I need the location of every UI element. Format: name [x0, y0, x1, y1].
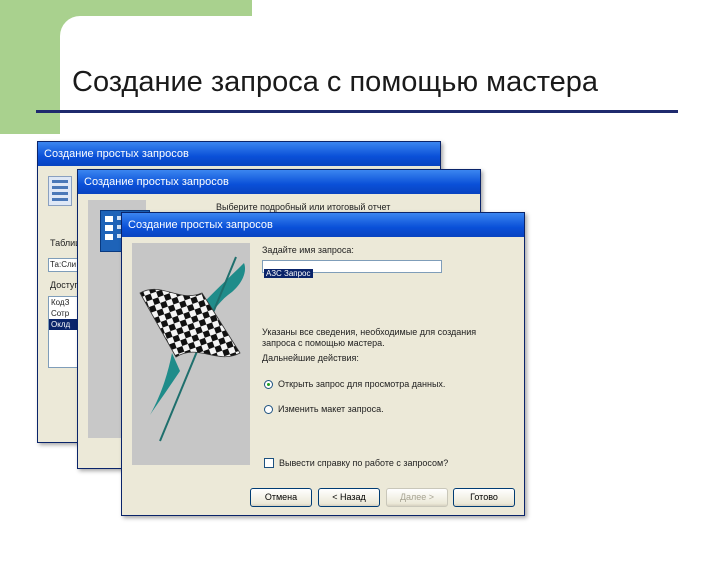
window-title-bar[interactable]: Создание простых запросов: [78, 170, 480, 194]
finish-button[interactable]: Готово: [453, 488, 515, 507]
checkered-flag-icon: [139, 256, 246, 442]
info-text-line1: Указаны все сведения, необходимые для со…: [262, 327, 477, 337]
window-title-bar[interactable]: Создание простых запросов: [38, 142, 440, 166]
open-query-label[interactable]: Открыть запрос для просмотра данных.: [278, 379, 445, 389]
fields-label: Доступ: [50, 280, 80, 290]
help-checkbox[interactable]: [264, 458, 274, 468]
cancel-button[interactable]: Отмена: [250, 488, 312, 507]
edit-layout-label[interactable]: Изменить макет запроса.: [278, 404, 384, 414]
table-icon: [48, 176, 72, 206]
query-name-value: АЗС Запрос: [264, 269, 313, 278]
tables-label: Таблиц: [50, 238, 81, 248]
open-query-radio[interactable]: [264, 380, 273, 389]
help-checkbox-label[interactable]: Вывести справку по работе с запросом?: [279, 458, 448, 468]
wizard-window-front: Создание простых запросов Задайте имя за…: [121, 212, 525, 516]
query-name-label: Задайте имя запроса:: [262, 245, 354, 255]
edit-layout-radio[interactable]: [264, 405, 273, 414]
window-title-bar[interactable]: Создание простых запросов: [122, 213, 524, 237]
back-button[interactable]: < Назад: [318, 488, 380, 507]
table-select-value: Та:Сли: [50, 260, 77, 269]
query-name-input[interactable]: АЗС Запрос: [262, 260, 442, 278]
finish-flag-illustration: [132, 243, 250, 465]
title-underline: [36, 110, 678, 113]
slide-title: Создание запроса с помощью мастера: [72, 66, 599, 98]
info-text-line2: запроса с помощью мастера.: [262, 338, 385, 348]
next-actions-label: Дальнейшие действия:: [262, 353, 359, 363]
detail-prompt: Выберите подробный или итоговый отчет: [216, 202, 391, 212]
next-button[interactable]: Далее >: [386, 488, 448, 507]
